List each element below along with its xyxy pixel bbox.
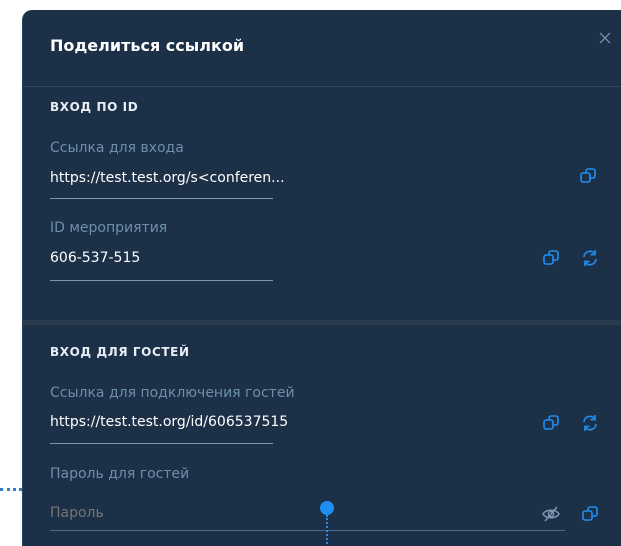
external-dotted-connector bbox=[0, 488, 22, 491]
copy-icon[interactable] bbox=[580, 504, 600, 524]
guest-link-label: Ссылка для подключения гостей bbox=[50, 385, 295, 401]
copy-icon[interactable] bbox=[541, 248, 561, 268]
eye-off-icon[interactable] bbox=[541, 504, 561, 524]
guest-password-label: Пароль для гостей bbox=[50, 466, 190, 482]
event-id-underline bbox=[50, 280, 273, 281]
event-id-field[interactable]: 606-537-515 bbox=[50, 250, 140, 266]
drag-handle[interactable] bbox=[320, 501, 334, 515]
event-id-label: ID мероприятия bbox=[50, 220, 168, 236]
guest-password-input[interactable] bbox=[50, 503, 310, 523]
copy-icon[interactable] bbox=[578, 166, 598, 186]
copy-icon[interactable] bbox=[541, 413, 561, 433]
link-underline bbox=[50, 198, 273, 199]
share-link-dialog: Поделиться ссылкой ВХОД ПО ID Ссылка для… bbox=[22, 10, 621, 546]
link-label: Ссылка для входа bbox=[50, 140, 184, 156]
refresh-icon[interactable] bbox=[580, 248, 600, 268]
section-divider bbox=[23, 320, 621, 325]
close-icon[interactable] bbox=[597, 30, 613, 46]
refresh-icon[interactable] bbox=[580, 413, 600, 433]
section-heading-guests: ВХОД ДЛЯ ГОСТЕЙ bbox=[50, 345, 190, 359]
guest-link-field[interactable]: https://test.test.org/id/606537515 bbox=[50, 414, 288, 430]
link-value-field[interactable]: https://test.test.org/s<conferen... bbox=[50, 170, 285, 186]
dialog-header: Поделиться ссылкой bbox=[23, 10, 621, 87]
guest-link-underline bbox=[50, 443, 273, 444]
dialog-title: Поделиться ссылкой bbox=[50, 36, 245, 55]
password-underline bbox=[50, 530, 565, 531]
section-heading-id: ВХОД ПО ID bbox=[50, 100, 139, 114]
drag-handle-guide bbox=[326, 515, 328, 546]
